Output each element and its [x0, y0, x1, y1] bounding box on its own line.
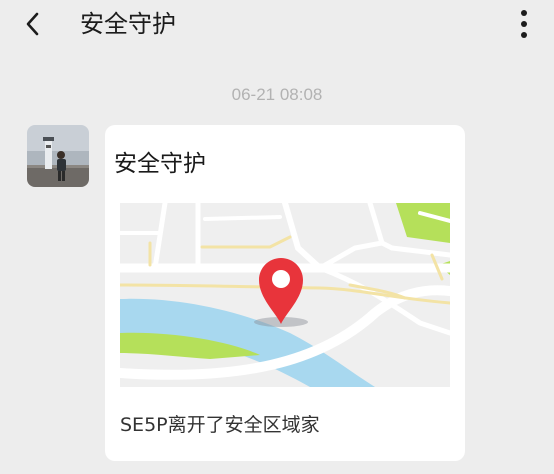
more-vertical-icon: [521, 10, 527, 38]
card-title: 安全守护: [114, 151, 206, 177]
location-pin-icon: [254, 258, 308, 327]
avatar-photo: [27, 125, 89, 187]
page-title: 安全守护: [80, 10, 176, 38]
more-options-button[interactable]: [514, 8, 534, 40]
safety-message-card[interactable]: 安全守护 SE5P离开了安全区域家: [105, 125, 465, 461]
message-timestamp: 06-21 08:08: [231, 85, 323, 104]
card-description: SE5P离开了安全区域家: [120, 414, 320, 436]
top-bar: 安全守护: [0, 0, 554, 50]
map-preview[interactable]: [120, 203, 450, 387]
avatar[interactable]: [27, 125, 89, 187]
chevron-left-icon: [26, 12, 39, 36]
back-button[interactable]: [20, 9, 50, 39]
